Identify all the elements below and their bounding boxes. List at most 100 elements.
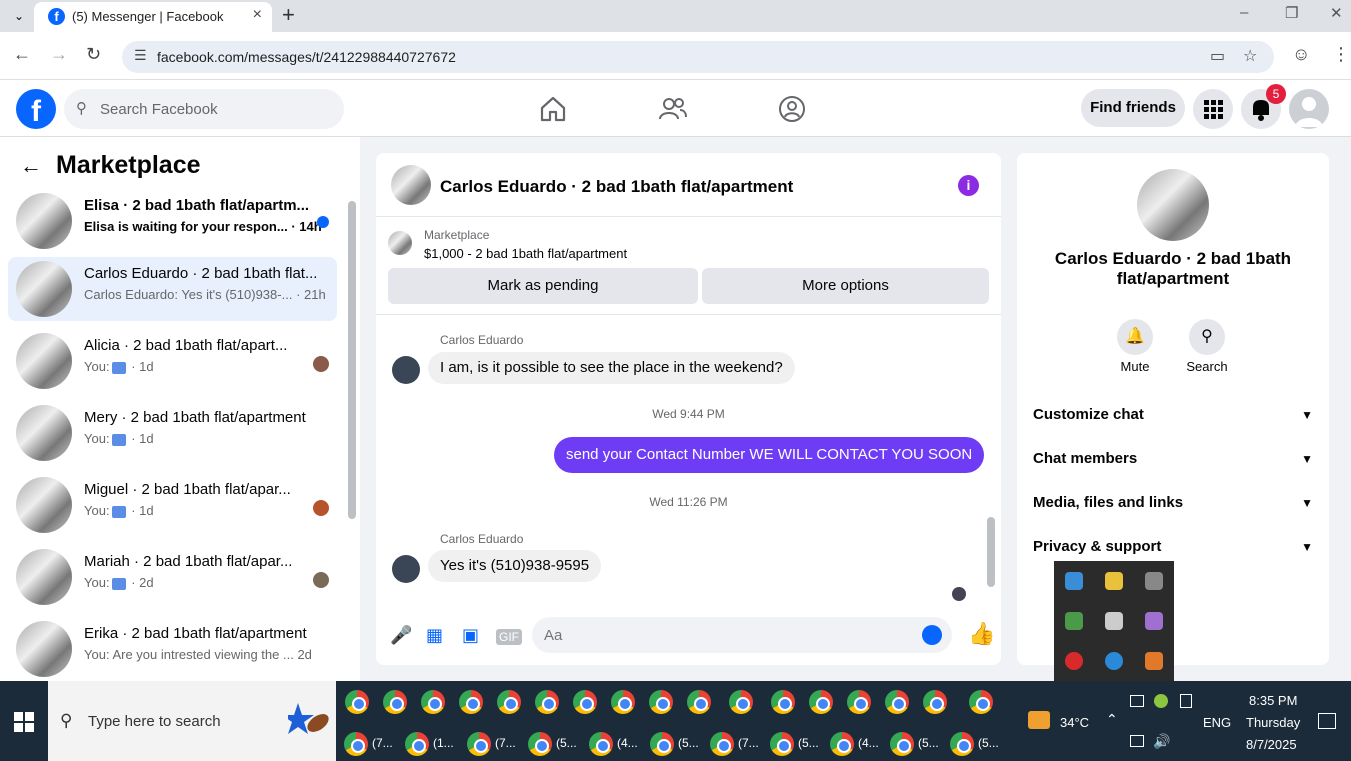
message-composer[interactable] — [532, 617, 952, 653]
incoming-message[interactable]: I am, is it possible to see the place in… — [428, 352, 795, 384]
chrome-taskbar-icon[interactable] — [809, 690, 833, 714]
close-tab-icon[interactable]: × — [253, 6, 262, 24]
tray-app-icon[interactable] — [1065, 612, 1083, 630]
conversation-item[interactable]: Alicia · 2 bad 1bath flat/apart... You: … — [8, 329, 337, 393]
chrome-taskbar-icon[interactable] — [589, 732, 613, 756]
sender-avatar[interactable] — [392, 356, 420, 384]
chrome-taskbar-icon[interactable] — [528, 732, 552, 756]
minimize-icon[interactable]: – — [1240, 4, 1248, 21]
conversation-item[interactable]: Mery · 2 bad 1bath flat/apartment You: ·… — [8, 401, 337, 465]
chrome-taskbar-icon[interactable] — [611, 690, 635, 714]
mute-button[interactable]: 🔔 — [1117, 319, 1153, 355]
feather-icon[interactable] — [1145, 612, 1163, 630]
conversation-item[interactable]: Miguel · 2 bad 1bath flat/apar... You: ·… — [8, 473, 337, 537]
chrome-taskbar-icon[interactable] — [535, 690, 559, 714]
friends-icon[interactable] — [658, 94, 688, 124]
chrome-taskbar-icon[interactable] — [649, 690, 673, 714]
chrome-taskbar-icon[interactable] — [830, 732, 854, 756]
chrome-taskbar-icon[interactable] — [383, 690, 407, 714]
clock-day[interactable]: Thursday — [1246, 715, 1300, 730]
cloud-icon[interactable] — [1145, 652, 1163, 670]
microphone-icon[interactable]: 🎤 — [390, 625, 412, 646]
facebook-search[interactable]: ⚲ — [64, 89, 344, 129]
chat-members-section[interactable]: Chat members ▼ — [1033, 444, 1313, 474]
photo-icon[interactable]: ▦ — [426, 625, 443, 646]
conversation-item[interactable]: Elisa · 2 bad 1bath flat/apartm... Elisa… — [8, 189, 337, 253]
chrome-taskbar-icon[interactable] — [771, 690, 795, 714]
incoming-message[interactable]: Yes it's (510)938-9595 — [428, 550, 602, 582]
info-icon[interactable]: i — [958, 175, 979, 196]
profile-icon[interactable]: ☺ — [1292, 44, 1310, 65]
close-window-icon[interactable]: ✕ — [1330, 4, 1343, 22]
bookmark-star-icon[interactable]: ☆ — [1243, 46, 1257, 66]
menu-grid-button[interactable] — [1193, 89, 1233, 129]
chrome-taskbar-icon[interactable] — [923, 690, 947, 714]
chrome-taskbar-icon[interactable] — [687, 690, 711, 714]
restore-icon[interactable]: ❐ — [1285, 4, 1298, 22]
find-friends-button[interactable]: Find friends — [1081, 89, 1185, 127]
chat-avatar[interactable] — [391, 165, 431, 205]
menu-kebab-icon[interactable]: ⋮ — [1332, 44, 1350, 65]
forward-icon[interactable]: → — [50, 44, 68, 65]
listing-thumbnail[interactable] — [388, 231, 412, 255]
tray-app-icon[interactable] — [1105, 612, 1123, 630]
chrome-taskbar-icon[interactable] — [573, 690, 597, 714]
weather-icon[interactable] — [1028, 711, 1050, 729]
chrome-taskbar-icon[interactable] — [890, 732, 914, 756]
chrome-taskbar-icon[interactable] — [885, 690, 909, 714]
show-hidden-icons-chevron-icon[interactable]: ⌃ — [1106, 711, 1118, 728]
browser-icon[interactable] — [1105, 652, 1123, 670]
chrome-taskbar-icon[interactable] — [770, 732, 794, 756]
chrome-taskbar-icon[interactable] — [650, 732, 674, 756]
listing-avatar[interactable] — [1137, 169, 1209, 241]
network-icon[interactable] — [1130, 695, 1144, 707]
privacy-support-section[interactable]: Privacy & support ▼ — [1033, 532, 1313, 562]
new-tab-icon[interactable]: + — [282, 2, 295, 28]
chrome-taskbar-icon[interactable] — [405, 732, 429, 756]
url-text[interactable]: facebook.com/messages/t/2412298844072767… — [157, 49, 456, 65]
conversation-item[interactable]: Mariah · 2 bad 1bath flat/apar... You: ·… — [8, 545, 337, 609]
wifi-icon[interactable] — [1130, 735, 1144, 747]
sidebar-scrollbar[interactable] — [348, 201, 356, 519]
chrome-taskbar-icon[interactable] — [729, 690, 753, 714]
customize-chat-section[interactable]: Customize chat ▼ — [1033, 400, 1313, 430]
install-app-icon[interactable]: ▭ — [1210, 46, 1225, 66]
gif-icon[interactable]: GIF — [496, 629, 522, 645]
back-icon[interactable]: ← — [13, 44, 31, 65]
notification-center-icon[interactable] — [1318, 713, 1336, 729]
chrome-taskbar-icon[interactable] — [344, 732, 368, 756]
browser-tab[interactable]: f (5) Messenger | Facebook × — [34, 2, 272, 32]
like-thumb-icon[interactable]: 👍 — [968, 621, 995, 647]
sticker-icon[interactable]: ▣ — [462, 625, 479, 646]
address-bar[interactable]: ☰ facebook.com/messages/t/24122988440727… — [122, 41, 1274, 73]
clock-date[interactable]: 8/7/2025 — [1246, 737, 1297, 752]
windows-start-icon[interactable] — [14, 712, 34, 732]
weather-temperature[interactable]: 34°C — [1060, 715, 1089, 730]
emoji-icon[interactable] — [922, 625, 942, 645]
facebook-logo-icon[interactable]: f — [16, 89, 56, 129]
chrome-taskbar-icon[interactable] — [847, 690, 871, 714]
chrome-taskbar-icon[interactable] — [421, 690, 445, 714]
groups-icon[interactable] — [777, 94, 807, 124]
conversation-item[interactable]: Erika · 2 bad 1bath flat/apartment You: … — [8, 617, 337, 681]
taskbar-search[interactable]: ⚲ Type here to search — [48, 681, 336, 761]
account-avatar[interactable] — [1289, 89, 1329, 129]
chrome-taskbar-icon[interactable] — [345, 690, 369, 714]
media-files-links-section[interactable]: Media, files and links ▼ — [1033, 488, 1313, 518]
opera-icon[interactable] — [1065, 652, 1083, 670]
chrome-taskbar-icon[interactable] — [459, 690, 483, 714]
site-info-icon[interactable]: ☰ — [134, 47, 147, 64]
clock-time[interactable]: 8:35 PM — [1249, 693, 1297, 708]
chrome-taskbar-icon[interactable] — [969, 690, 993, 714]
back-arrow-icon[interactable]: ← — [20, 153, 42, 179]
chrome-taskbar-icon[interactable] — [710, 732, 734, 756]
listing-price[interactable]: $1,000 - 2 bad 1bath flat/apartment — [424, 246, 627, 261]
tray-app-icon[interactable] — [1180, 694, 1192, 708]
chat-scrollbar[interactable] — [987, 517, 995, 587]
message-input[interactable] — [544, 617, 914, 653]
chrome-taskbar-icon[interactable] — [950, 732, 974, 756]
tray-app-icon[interactable] — [1154, 694, 1168, 708]
security-shield-icon[interactable] — [1105, 572, 1123, 590]
volume-icon[interactable]: 🔊 — [1153, 733, 1170, 750]
tray-app-icon[interactable] — [1065, 572, 1083, 590]
